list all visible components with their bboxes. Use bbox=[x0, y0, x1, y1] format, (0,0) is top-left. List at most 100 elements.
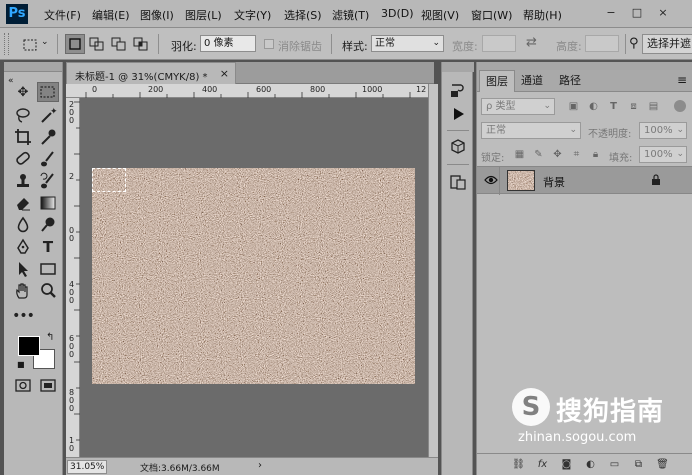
height-input[interactable] bbox=[585, 35, 619, 52]
blend-mode-select[interactable]: 正常 ⌄ bbox=[481, 122, 581, 139]
ruler-horizontal[interactable]: 0 200 400 600 800 1000 12 bbox=[66, 84, 428, 98]
menu-file[interactable]: 文件(F) bbox=[44, 7, 81, 23]
dodge-tool-icon[interactable] bbox=[37, 215, 59, 235]
eyedropper-tool-icon[interactable] bbox=[37, 127, 59, 147]
maximize-button[interactable]: □ bbox=[629, 6, 645, 20]
intersect-selection-button[interactable] bbox=[131, 34, 151, 54]
foreground-color-swatch[interactable] bbox=[18, 336, 40, 356]
new-selection-button[interactable] bbox=[65, 34, 85, 54]
tool-preset-picker[interactable] bbox=[20, 34, 40, 54]
lasso-tool-icon[interactable] bbox=[12, 105, 34, 125]
options-grip[interactable] bbox=[4, 33, 9, 55]
history-brush-tool-icon[interactable] bbox=[37, 171, 59, 191]
menu-help[interactable]: 帮助(H) bbox=[523, 7, 562, 23]
visibility-eye-icon[interactable] bbox=[484, 174, 498, 189]
filter-type-icon[interactable]: T bbox=[607, 100, 620, 113]
tab-layers[interactable]: 图层 bbox=[479, 70, 515, 92]
menu-select[interactable]: 选择(S) bbox=[284, 7, 322, 23]
actions-play-icon[interactable] bbox=[448, 104, 468, 124]
chevron-down-icon[interactable]: ⌄ bbox=[41, 37, 49, 47]
more-tools-icon[interactable]: ••• bbox=[12, 306, 35, 326]
brush-tool-icon[interactable] bbox=[37, 149, 59, 169]
filter-toggle-icon[interactable] bbox=[674, 100, 686, 112]
history-panel-icon[interactable] bbox=[448, 80, 468, 100]
layer-row-background[interactable]: 背景 bbox=[477, 166, 692, 195]
new-group-folder-icon[interactable]: ▭ bbox=[607, 457, 622, 472]
add-mask-icon[interactable]: ◙ bbox=[559, 457, 574, 472]
tab-channels[interactable]: 通道 bbox=[515, 70, 549, 92]
lock-image-icon[interactable]: ✎ bbox=[532, 148, 545, 161]
filter-shape-icon[interactable]: ⧈ bbox=[627, 100, 640, 113]
filter-smart-object-icon[interactable]: ▤ bbox=[647, 100, 660, 113]
rectangle-tool-icon[interactable] bbox=[37, 259, 59, 279]
fx-icon[interactable]: fx bbox=[535, 457, 550, 472]
zoom-level-field[interactable]: 31.05% bbox=[67, 460, 107, 474]
path-selection-tool-icon[interactable] bbox=[12, 259, 34, 279]
menu-window[interactable]: 窗口(W) bbox=[471, 7, 512, 23]
status-menu-arrow-icon[interactable]: › bbox=[258, 460, 262, 471]
subtract-from-selection-button[interactable] bbox=[109, 34, 129, 54]
tab-paths[interactable]: 路径 bbox=[553, 70, 587, 92]
properties-panel-icon[interactable] bbox=[448, 172, 468, 192]
default-colors-icon[interactable]: ■ bbox=[17, 360, 25, 369]
layer-filter-select[interactable]: ρ 类型 ⌄ bbox=[481, 98, 555, 115]
panel-menu-icon[interactable]: ≡ bbox=[677, 73, 687, 87]
screen-mode-icon[interactable] bbox=[37, 376, 59, 396]
feather-input[interactable]: 0 像素 bbox=[200, 35, 256, 52]
dock-header[interactable] bbox=[442, 62, 474, 72]
adjustment-layer-icon[interactable]: ◐ bbox=[583, 457, 598, 472]
lock-transparent-icon[interactable]: ▦ bbox=[513, 148, 526, 161]
quick-mask-icon[interactable] bbox=[12, 376, 34, 396]
layers-panel-header[interactable] bbox=[477, 62, 692, 70]
filter-pixel-icon[interactable]: ▣ bbox=[567, 100, 580, 113]
menu-image[interactable]: 图像(I) bbox=[140, 7, 174, 23]
link-layers-icon[interactable]: ⛓︎ bbox=[511, 457, 526, 472]
menu-type[interactable]: 文字(Y) bbox=[234, 7, 271, 23]
select-and-mask-button[interactable]: 选择并遮 bbox=[642, 34, 692, 54]
new-layer-icon[interactable]: ⧉ bbox=[631, 457, 646, 472]
add-to-selection-button[interactable] bbox=[87, 34, 107, 54]
ruler-vertical[interactable]: 2 0 0 2 0 0 4 0 0 6 0 0 8 0 0 1 0 bbox=[66, 98, 80, 457]
swap-icon[interactable]: ⇄ bbox=[526, 35, 537, 50]
clone-stamp-tool-icon[interactable] bbox=[12, 171, 34, 191]
marquee-selection[interactable] bbox=[92, 168, 126, 192]
lock-all-icon[interactable]: 🔒︎ bbox=[589, 148, 602, 161]
marquee-tool-icon[interactable] bbox=[37, 82, 59, 102]
antialias-checkbox[interactable] bbox=[264, 39, 274, 49]
menu-3d[interactable]: 3D(D) bbox=[381, 7, 414, 20]
canvas-noise-image[interactable] bbox=[92, 168, 415, 384]
blur-tool-icon[interactable] bbox=[12, 215, 34, 235]
menu-filter[interactable]: 滤镜(T) bbox=[332, 7, 369, 23]
type-tool-icon[interactable]: T bbox=[37, 237, 59, 257]
search-icon[interactable]: ⚲ bbox=[629, 36, 639, 51]
lock-artboard-icon[interactable]: ⌗ bbox=[570, 148, 583, 161]
magic-wand-tool-icon[interactable]: ✦ bbox=[37, 105, 59, 125]
opacity-input[interactable]: 100% ⌄ bbox=[639, 122, 687, 139]
layer-lock-icon[interactable] bbox=[651, 174, 661, 189]
trash-icon[interactable]: 🗑︎ bbox=[655, 457, 670, 472]
eraser-tool-icon[interactable] bbox=[12, 193, 34, 213]
close-icon[interactable]: × bbox=[220, 67, 229, 80]
menu-layer[interactable]: 图层(L) bbox=[185, 7, 222, 23]
lock-position-icon[interactable]: ✥ bbox=[551, 148, 564, 161]
move-tool-icon[interactable]: ✥ bbox=[12, 83, 34, 103]
menu-edit[interactable]: 编辑(E) bbox=[92, 7, 130, 23]
close-window-button[interactable]: × bbox=[655, 6, 671, 20]
3d-panel-icon[interactable] bbox=[448, 137, 468, 157]
zoom-tool-icon[interactable] bbox=[37, 281, 59, 301]
gradient-tool-icon[interactable] bbox=[37, 193, 59, 213]
filter-adjustment-icon[interactable]: ◐ bbox=[587, 100, 600, 113]
style-select[interactable]: 正常 ⌄ bbox=[371, 35, 444, 52]
pen-tool-icon[interactable] bbox=[12, 237, 34, 257]
width-input[interactable] bbox=[482, 35, 516, 52]
menu-view[interactable]: 视图(V) bbox=[421, 7, 459, 23]
vertical-scrollbar[interactable] bbox=[428, 84, 438, 457]
document-tab[interactable]: 未标题-1 @ 31%(CMYK/8) * × bbox=[66, 62, 236, 84]
healing-brush-tool-icon[interactable] bbox=[12, 149, 34, 169]
hand-tool-icon[interactable] bbox=[12, 281, 34, 301]
layer-name[interactable]: 背景 bbox=[543, 174, 565, 190]
crop-tool-icon[interactable] bbox=[12, 127, 34, 147]
toolbox-header[interactable] bbox=[4, 62, 62, 72]
document-size-info[interactable]: 文档:3.66M/3.66M bbox=[140, 461, 220, 474]
fill-input[interactable]: 100% ⌄ bbox=[639, 146, 687, 163]
